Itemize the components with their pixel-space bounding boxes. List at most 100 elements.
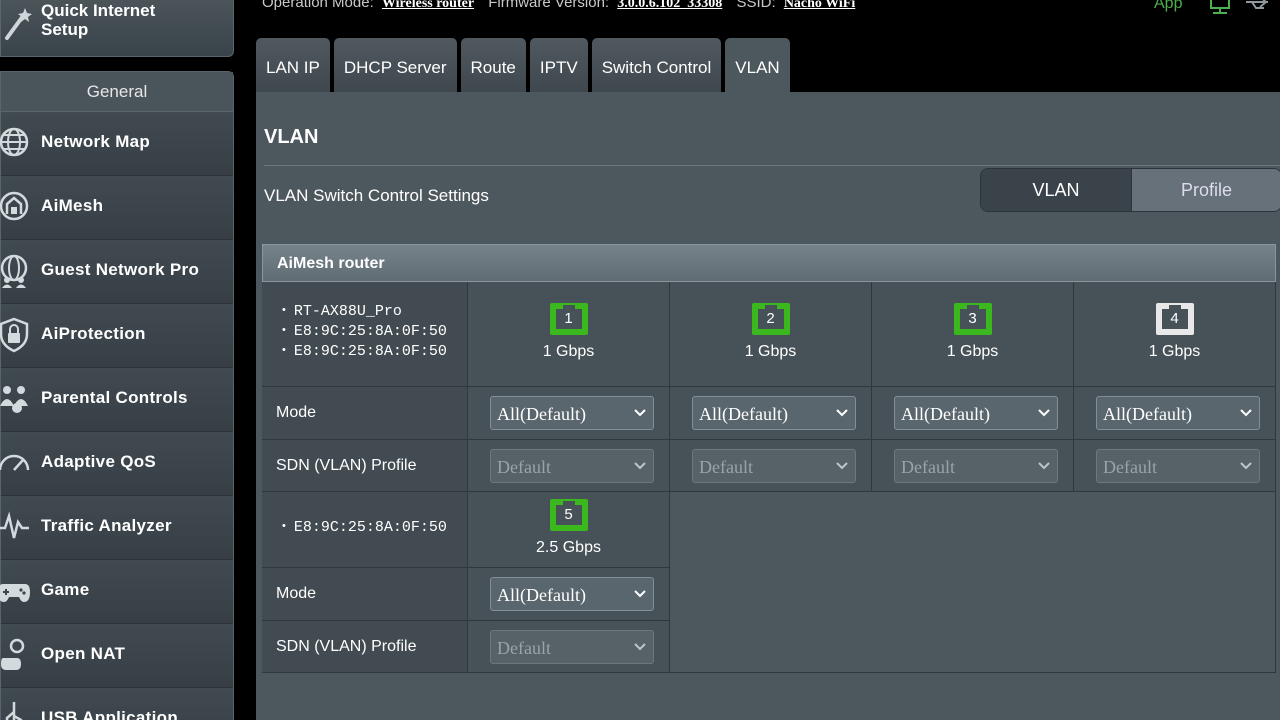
tab-vlan[interactable]: VLAN [725,38,790,92]
tab-iptv[interactable]: IPTV [529,38,588,92]
port-1-profile-select[interactable]: Default [490,448,654,483]
port-number: 3 [968,310,977,327]
title-divider [264,165,1280,166]
table-row: RT-AX88U_Pro E8:9C:25:8A:0F:50 E8:9C:25:… [262,282,1276,387]
mode-label-cell: Mode [262,568,468,621]
port-1-mode-select[interactable]: All(Default) [490,396,654,430]
sidebar-item-label: Open NAT [41,644,126,663]
port-2-profile-select[interactable]: Default [692,448,856,483]
port-speed: 2.5 Gbps [536,539,601,556]
chevron-down-icon [1240,409,1252,417]
globe-icon [0,127,29,157]
sidebar-item-usb-application[interactable]: USB Application [1,688,233,720]
sidebar-item-aiprotection[interactable]: AiProtection [0,304,233,368]
operation-mode-link[interactable]: Wireless router [382,0,474,11]
tab-route[interactable]: Route [460,38,526,92]
mode-label: Mode [276,585,317,602]
port-5-profile-select[interactable]: Default [490,629,654,664]
select-value: Default [1103,456,1157,477]
tab-lan-ip[interactable]: LAN IP [256,38,330,92]
device-info-list: E8:9C:25:8A:0F:50 [282,518,447,538]
open-nat-icon [1,638,25,670]
tab-bar: LAN IP DHCP Server Route IPTV Switch Con… [256,38,790,92]
toggle-profile[interactable]: Profile [1131,169,1280,211]
sidebar-item-game[interactable]: Game [0,560,233,624]
sidebar-item-traffic-analyzer[interactable]: Traffic Analyzer [0,496,233,560]
port-3-profile-select[interactable]: Default [894,448,1058,483]
sidebar: General Network Map AiMesh Guest Network… [0,71,234,720]
select-value: Default [901,456,955,477]
port-5-mode-select[interactable]: All(Default) [490,577,654,611]
chevron-down-icon [634,642,646,650]
port-speed: 1 Gbps [744,343,797,360]
port-cell-3: 3 1 Gbps [872,282,1074,387]
sidebar-item-guest-network-pro[interactable]: Guest Network Pro [0,240,233,304]
profile-label: SDN (VLAN) Profile [276,456,417,474]
table-row: Mode All(Default) [262,568,670,621]
sidebar-item-open-nat[interactable]: Open NAT [1,624,233,688]
chevron-down-icon [1038,409,1050,417]
chevron-down-icon [836,409,848,417]
gamepad-icon [0,584,30,602]
chevron-down-icon [1038,461,1050,469]
wand-icon [5,8,32,40]
sidebar-item-label: Traffic Analyzer [41,516,172,535]
sidebar-item-network-map[interactable]: Network Map [0,112,233,176]
mode-cell: All(Default) [1074,387,1276,440]
tab-switch-control[interactable]: Switch Control [591,38,722,92]
sidebar-item-label: AiMesh [41,196,104,215]
profile-cell: Default [872,440,1074,492]
chevron-down-icon [634,409,646,417]
port-3-mode-select[interactable]: All(Default) [894,396,1058,430]
network-status-icon[interactable] [1208,0,1232,16]
port-2-mode-select[interactable]: All(Default) [692,396,856,430]
sidebar-item-label: USB Application [41,708,179,720]
sidebar-item-label: Adaptive QoS [41,452,157,471]
select-value: Default [497,637,551,658]
sidebar-item-label: Parental Controls [41,388,188,407]
table-row: SDN (VLAN) Profile Default [262,621,670,673]
device-mac: E8:9C:25:8A:0F:50 [282,322,447,342]
profile-label-cell: SDN (VLAN) Profile [262,440,468,492]
select-value: Default [497,456,551,477]
mode-label-cell: Mode [262,387,468,440]
port-cell-2: 2 1 Gbps [670,282,872,387]
usb-status-icon[interactable] [1244,0,1274,16]
ssid-link[interactable]: Nacho WiFi [784,0,855,11]
table-header: AiMesh router [262,244,1276,282]
sidebar-item-parental-controls[interactable]: Parental Controls [0,368,233,432]
quick-internet-setup[interactable]: Quick Internet Setup [0,0,234,57]
device-model: RT-AX88U_Pro [282,302,447,322]
device-mac: E8:9C:25:8A:0F:50 [282,518,447,538]
toggle-vlan[interactable]: VLAN [981,169,1131,211]
sidebar-item-adaptive-qos[interactable]: Adaptive QoS [0,432,233,496]
sidebar-item-label: AiProtection [41,324,146,343]
tab-dhcp-server[interactable]: DHCP Server [333,38,457,92]
port-number: 2 [766,310,775,327]
chevron-down-icon [634,590,646,598]
port-4-mode-select[interactable]: All(Default) [1096,396,1260,430]
guest-network-icon [0,254,28,288]
port-number: 5 [564,506,573,523]
chevron-down-icon [634,461,646,469]
view-toggle: VLAN Profile [980,168,1280,212]
profile-cell: Default [468,621,670,673]
profile-label: SDN (VLAN) Profile [276,637,417,655]
port-speed: 1 Gbps [542,343,595,360]
table-row: SDN (VLAN) Profile Default Default Defau… [262,440,1276,492]
profile-cell: Default [468,440,670,492]
usb-icon [5,702,23,720]
operation-mode-label: Operation Mode: [262,0,374,11]
port-4-profile-select[interactable]: Default [1096,448,1260,483]
device-mac: E8:9C:25:8A:0F:50 [282,342,447,362]
device-info-list: RT-AX88U_Pro E8:9C:25:8A:0F:50 E8:9C:25:… [282,302,447,362]
select-value: All(Default) [901,404,990,424]
sidebar-item-aimesh[interactable]: AiMesh [0,176,233,240]
port-number: 1 [564,310,573,327]
app-link[interactable]: App [1154,0,1182,13]
select-value: All(Default) [497,404,586,424]
sidebar-item-label: Game [41,580,90,599]
chevron-down-icon [1240,461,1252,469]
mode-cell: All(Default) [468,568,670,621]
firmware-version-link[interactable]: 3.0.0.6.102_33308 [617,0,722,11]
